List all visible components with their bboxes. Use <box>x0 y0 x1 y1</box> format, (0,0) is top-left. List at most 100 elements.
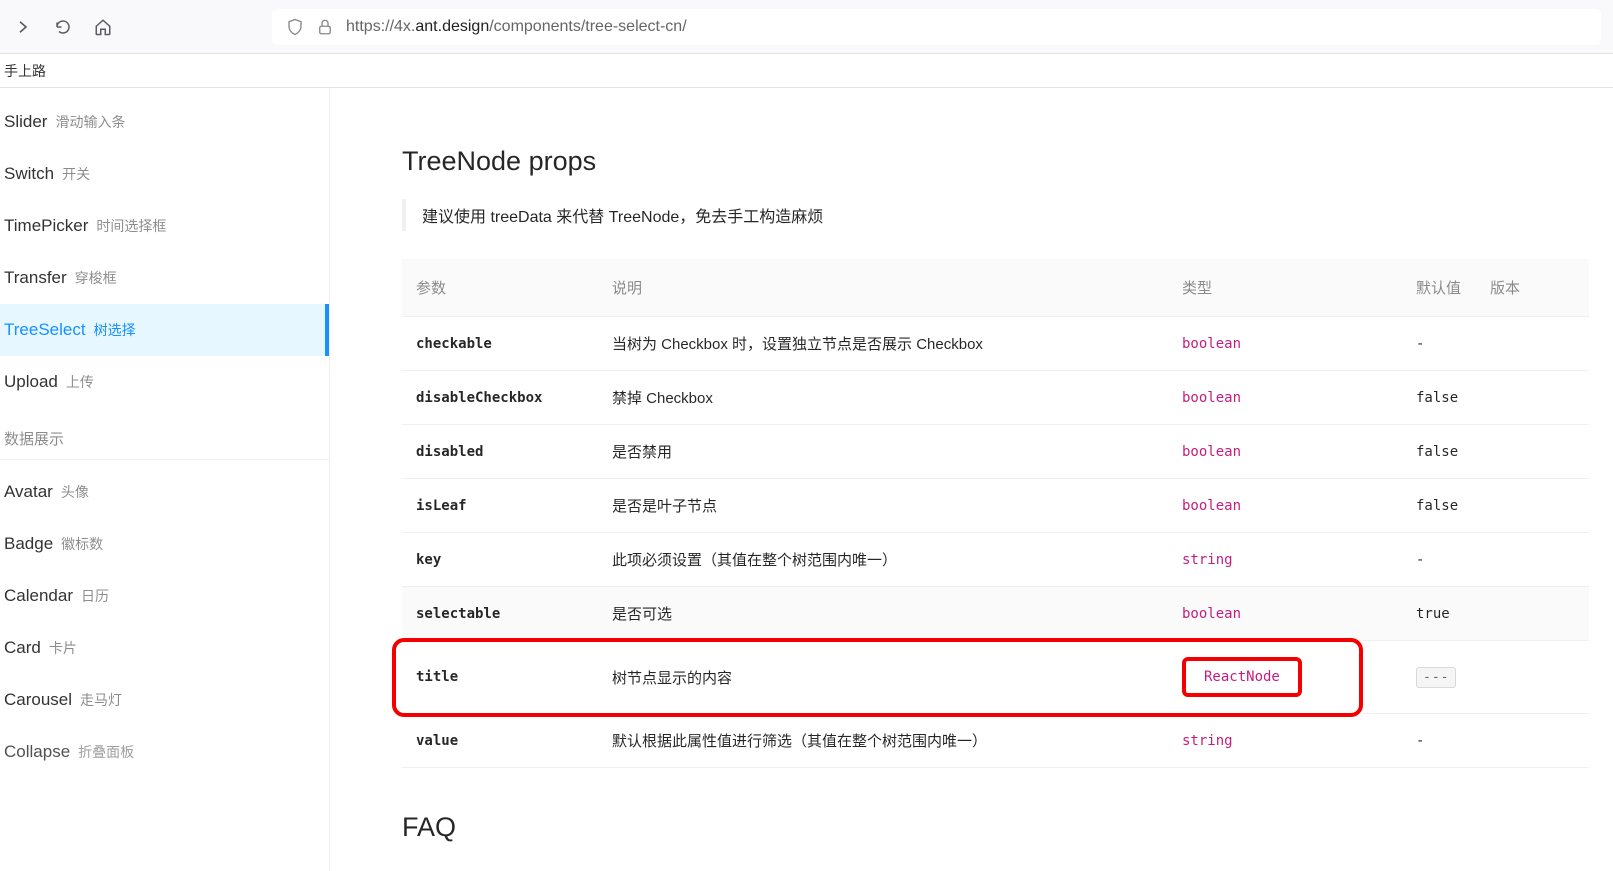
sidebar-item-badge[interactable]: Badge 徽标数 <box>0 518 329 570</box>
url-bar[interactable]: https://4x.ant.design/components/tree-se… <box>272 9 1601 45</box>
sidebar-item-label-cn: 滑动输入条 <box>55 112 125 132</box>
cell-type: boolean <box>1168 479 1402 533</box>
table-header-default: 默认值 <box>1402 259 1476 317</box>
cell-type: string <box>1168 533 1402 587</box>
cell-default: - <box>1402 317 1476 371</box>
cell-type: ReactNode <box>1168 641 1402 714</box>
sidebar-item-slider[interactable]: Slider 滑动输入条 <box>0 96 329 148</box>
sidebar-item-label-en: Slider <box>4 112 47 132</box>
sidebar-item-timepicker[interactable]: TimePicker 时间选择框 <box>0 200 329 252</box>
sidebar-item-upload[interactable]: Upload 上传 <box>0 356 329 408</box>
cell-version <box>1476 714 1589 768</box>
cell-desc: 树节点显示的内容 <box>598 641 1168 714</box>
cell-version <box>1476 533 1589 587</box>
table-row: isLeaf 是否是叶子节点 boolean false <box>402 479 1589 533</box>
table-header-version: 版本 <box>1476 259 1589 317</box>
faq-title: FAQ <box>402 812 1589 843</box>
table-row: disabled 是否禁用 boolean false <box>402 425 1589 479</box>
sidebar-item-label-cn: 穿梭框 <box>75 268 117 288</box>
cell-default: - <box>1402 533 1476 587</box>
cell-type: boolean <box>1168 425 1402 479</box>
sidebar-item-carousel[interactable]: Carousel 走马灯 <box>0 674 329 726</box>
sidebar-item-label-cn: 卡片 <box>49 638 77 658</box>
reload-button[interactable] <box>52 16 74 38</box>
cell-param: value <box>402 714 598 768</box>
table-header-desc: 说明 <box>598 259 1168 317</box>
table-header-param: 参数 <box>402 259 598 317</box>
sidebar-item-label-cn: 时间选择框 <box>96 216 166 236</box>
table-row: selectable 是否可选 boolean true <box>402 587 1589 641</box>
cell-type: string <box>1168 714 1402 768</box>
note-block: 建议使用 treeData 来代替 TreeNode，免去手工构造麻烦 <box>402 199 1589 231</box>
sidebar-group-title: 数据展示 <box>0 408 329 460</box>
table-header-type: 类型 <box>1168 259 1402 317</box>
sidebar-item-transfer[interactable]: Transfer 穿梭框 <box>0 252 329 304</box>
content: TreeNode props 建议使用 treeData 来代替 TreeNod… <box>330 88 1613 871</box>
cell-param: key <box>402 533 598 587</box>
sidebar-item-label-en: Transfer <box>4 268 67 288</box>
cell-version <box>1476 587 1589 641</box>
sidebar-item-label-en: Calendar <box>4 586 73 606</box>
sidebar-item-label-cn: 上传 <box>66 372 94 392</box>
type-highlight-box: ReactNode <box>1182 657 1302 697</box>
cell-param: checkable <box>402 317 598 371</box>
cell-default: true <box>1402 587 1476 641</box>
sidebar-item-label-en: Card <box>4 638 41 658</box>
sidebar-item-calendar[interactable]: Calendar 日历 <box>0 570 329 622</box>
table-row: disableCheckbox 禁掉 Checkbox boolean fals… <box>402 371 1589 425</box>
section-title: TreeNode props <box>402 146 1589 177</box>
sidebar-item-label-cn: 徽标数 <box>61 534 103 554</box>
cell-type: boolean <box>1168 587 1402 641</box>
sidebar-item-treeselect[interactable]: TreeSelect 树选择 <box>0 304 329 356</box>
sidebar-item-label-en: Badge <box>4 534 53 554</box>
cell-param: title <box>402 641 598 714</box>
sidebar-item-label-cn: 头像 <box>61 482 89 502</box>
cell-desc: 是否禁用 <box>598 425 1168 479</box>
cell-desc: 是否可选 <box>598 587 1168 641</box>
cell-version <box>1476 371 1589 425</box>
home-button[interactable] <box>92 16 114 38</box>
sidebar-item-label-en: Collapse <box>4 742 70 762</box>
sidebar-item-label-cn: 树选择 <box>94 320 136 340</box>
shield-icon <box>286 18 304 36</box>
cell-desc: 默认根据此属性值进行筛选（其值在整个树范围内唯一） <box>598 714 1168 768</box>
cell-type: boolean <box>1168 371 1402 425</box>
sidebar-item-avatar[interactable]: Avatar 头像 <box>0 466 329 518</box>
url-text: https://4x.ant.design/components/tree-se… <box>346 18 1587 36</box>
cell-version <box>1476 425 1589 479</box>
cell-param: disabled <box>402 425 598 479</box>
sidebar-item-label-en: Avatar <box>4 482 53 502</box>
cell-type: boolean <box>1168 317 1402 371</box>
table-row: key 此项必须设置（其值在整个树范围内唯一） string - <box>402 533 1589 587</box>
cell-desc: 是否是叶子节点 <box>598 479 1168 533</box>
lock-icon <box>316 18 334 36</box>
table-row: value 默认根据此属性值进行筛选（其值在整个树范围内唯一） string - <box>402 714 1589 768</box>
sidebar-item-label-en: TreeSelect <box>4 320 86 340</box>
sidebar-item-label-cn: 折叠面板 <box>78 742 134 762</box>
sidebar-item-switch[interactable]: Switch 开关 <box>0 148 329 200</box>
sidebar-item-card[interactable]: Card 卡片 <box>0 622 329 674</box>
sidebar-item-label-cn: 日历 <box>81 586 109 606</box>
cell-desc: 禁掉 Checkbox <box>598 371 1168 425</box>
bookmark-item[interactable]: 手上路 <box>4 61 46 81</box>
cell-default: false <box>1402 479 1476 533</box>
table-header-row: 参数 说明 类型 默认值 版本 <box>402 259 1589 317</box>
cell-version <box>1476 479 1589 533</box>
bookmark-bar: 手上路 <box>0 54 1613 88</box>
sidebar-item-collapse[interactable]: Collapse 折叠面板 <box>0 726 329 778</box>
api-table: 参数 说明 类型 默认值 版本 checkable 当树为 Checkbox 时… <box>402 259 1589 768</box>
cell-default: - <box>1402 714 1476 768</box>
sidebar: Slider 滑动输入条 Switch 开关 TimePicker 时间选择框 … <box>0 88 330 871</box>
cell-param: isLeaf <box>402 479 598 533</box>
sidebar-item-label-en: Upload <box>4 372 58 392</box>
table-row: checkable 当树为 Checkbox 时，设置独立节点是否展示 Chec… <box>402 317 1589 371</box>
cell-param: disableCheckbox <box>402 371 598 425</box>
sidebar-item-label-cn: 走马灯 <box>80 690 122 710</box>
cell-version <box>1476 317 1589 371</box>
sidebar-item-label-cn: 开关 <box>62 164 90 184</box>
sidebar-item-label-en: Carousel <box>4 690 72 710</box>
cell-default: false <box>1402 425 1476 479</box>
browser-toolbar: https://4x.ant.design/components/tree-se… <box>0 0 1613 54</box>
forward-button[interactable] <box>12 16 34 38</box>
cell-default: --- <box>1402 641 1476 714</box>
